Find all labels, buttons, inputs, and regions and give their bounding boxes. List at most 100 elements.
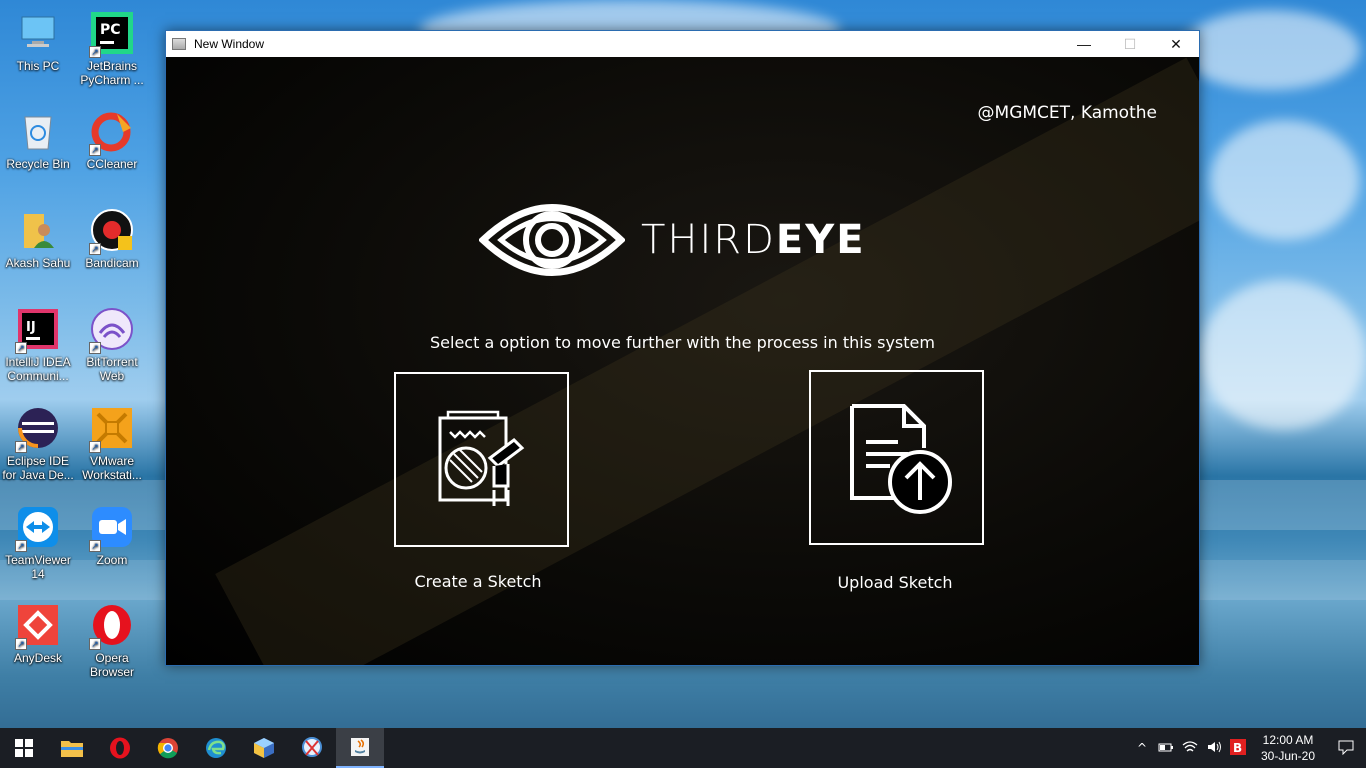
start-button[interactable] [0, 728, 48, 768]
desktop-icon-bandicam[interactable]: ↗ Bandicam [74, 207, 150, 270]
desktop-icon-recycle-bin[interactable]: Recycle Bin [0, 108, 76, 171]
upload-sketch-button[interactable] [809, 370, 984, 545]
desktop-icon-label: This PC [16, 59, 60, 73]
shortcut-arrow-icon: ↗ [89, 144, 101, 156]
anydesk-icon: ↗ [15, 602, 61, 650]
brand-name-light: THIRD [641, 217, 776, 263]
java-icon [351, 738, 369, 756]
desktop-icon-bittorrent[interactable]: ↗ BitTorrent Web [74, 306, 150, 383]
desktop-icon-eclipse[interactable]: ↗ Eclipse IDE for Java De... [0, 405, 76, 482]
create-sketch-button[interactable] [394, 372, 569, 547]
thirdeye-logo: THIRDEYE [479, 197, 866, 283]
taskbar-file-explorer[interactable] [48, 728, 96, 768]
desktop-icon-label: Recycle Bin [6, 157, 70, 171]
chrome-icon [157, 738, 178, 759]
desktop-icon-label: Opera Browser [89, 651, 134, 679]
desktop-icon-pycharm[interactable]: PC ↗ JetBrains PyCharm ... [74, 10, 150, 87]
vmware-icon: ↗ [89, 405, 135, 453]
intellij-icon: IJ ↗ [15, 306, 61, 354]
desktop-icon-anydesk[interactable]: ↗ AnyDesk [0, 602, 76, 665]
taskbar-clock[interactable]: 12:00 AM 30-Jun-20 [1250, 732, 1326, 764]
desktop-icon-label: VMware Workstati... [82, 454, 142, 482]
wifi-icon[interactable] [1178, 740, 1202, 757]
desktop-icon-ccleaner[interactable]: ↗ CCleaner [74, 108, 150, 171]
instruction-text: Select a option to move further with the… [430, 333, 935, 352]
sketch-drawing-icon [438, 410, 524, 506]
create-sketch-label[interactable]: Create a Sketch [348, 572, 608, 591]
desktop-icon-label: IntelliJ IDEA Communi... [5, 355, 71, 383]
edge-dev-icon [206, 738, 226, 758]
start-icon [15, 739, 33, 757]
show-hidden-icons-chevron-icon[interactable]: ^ [1130, 741, 1154, 755]
bitdefender-icon[interactable]: B [1226, 738, 1250, 758]
window-app-icon [172, 38, 186, 50]
cloud [1200, 280, 1366, 430]
app-content: @MGMCET, Kamothe THIRDEYE Select a optio… [166, 57, 1199, 665]
taskbar: ^ B 12:00 AM 30-Jun-20 [0, 728, 1366, 768]
window-titlebar[interactable]: New Window — ☐ ✕ [166, 31, 1199, 57]
window-title: New Window [194, 37, 265, 51]
shortcut-arrow-icon: ↗ [89, 46, 101, 58]
desktop-icon-label: Bandicam [85, 256, 139, 270]
desktop-icon-user-folder[interactable]: Akash Sahu [0, 207, 76, 270]
desktop-icon-label: CCleaner [86, 157, 138, 171]
app-window: New Window — ☐ ✕ @MGMCET, Kamothe THIRDE… [165, 30, 1200, 666]
desktop-icon-opera[interactable]: ↗ Opera Browser [74, 602, 150, 679]
shortcut-arrow-icon: ↗ [15, 342, 27, 354]
notifications-icon[interactable] [1326, 739, 1366, 758]
desktop-icon-label: JetBrains PyCharm ... [80, 59, 144, 87]
taskbar-opera[interactable] [96, 728, 144, 768]
desktop-icon-label: TeamViewer 14 [5, 553, 71, 581]
system-tray: ^ B 12:00 AM 30-Jun-20 [1130, 728, 1366, 768]
recycle-bin-icon [15, 108, 61, 154]
upload-sketch-label[interactable]: Upload Sketch [765, 573, 1025, 592]
computer-icon [15, 10, 61, 56]
teamviewer-icon: ↗ [15, 504, 61, 552]
ccleaner-icon: ↗ [89, 108, 135, 156]
eclipse-icon: ↗ [15, 405, 61, 453]
volume-icon[interactable] [1202, 740, 1226, 757]
battery-icon[interactable] [1154, 741, 1178, 756]
pycharm-icon: PC ↗ [89, 10, 135, 58]
desktop-icon-label: BitTorrent Web [86, 355, 138, 383]
shortcut-arrow-icon: ↗ [89, 342, 101, 354]
desktop-icon-intellij[interactable]: IJ ↗ IntelliJ IDEA Communi... [0, 306, 76, 383]
taskbar-java-app[interactable] [336, 728, 384, 768]
minimize-button[interactable]: — [1061, 31, 1107, 57]
desktop-icon-vmware[interactable]: ↗ VMware Workstati... [74, 405, 150, 482]
bittorrent-icon: ↗ [89, 306, 135, 354]
shortcut-arrow-icon: ↗ [15, 540, 27, 552]
file-explorer-icon [61, 741, 83, 757]
svg-text:B: B [1233, 741, 1242, 755]
brand-name: THIRDEYE [641, 217, 866, 263]
svg-text:IJ: IJ [26, 320, 36, 335]
shortcut-arrow-icon: ↗ [15, 638, 27, 650]
snipping-tool-icon [302, 737, 322, 757]
shortcut-arrow-icon: ↗ [89, 638, 101, 650]
bandicam-icon: ↗ [89, 207, 135, 255]
clock-time: 12:00 AM [1262, 733, 1314, 747]
shortcut-arrow-icon: ↗ [89, 243, 101, 255]
desktop-icon-zoom[interactable]: ↗ Zoom [74, 504, 150, 567]
credit-text: @MGMCET, Kamothe [977, 103, 1157, 123]
close-button[interactable]: ✕ [1153, 31, 1199, 57]
virtualbox-icon [254, 738, 274, 758]
desktop-icon-label: AnyDesk [13, 651, 63, 665]
taskbar-snipping-tool[interactable] [288, 728, 336, 768]
taskbar-edge-dev[interactable] [192, 728, 240, 768]
shortcut-arrow-icon: ↗ [89, 441, 101, 453]
desktop-icon-label: Eclipse IDE for Java De... [2, 454, 74, 482]
desktop-icon-label: Zoom [96, 553, 128, 567]
user-folder-icon [15, 207, 61, 253]
maximize-button[interactable]: ☐ [1107, 31, 1153, 57]
desktop-icon-label: Akash Sahu [5, 256, 71, 270]
taskbar-chrome[interactable] [144, 728, 192, 768]
eye-logo-icon [479, 204, 625, 276]
desktop-icon-this-pc[interactable]: This PC [0, 10, 76, 73]
desktop-icon-teamviewer[interactable]: ↗ TeamViewer 14 [0, 504, 76, 581]
upload-document-icon [849, 403, 952, 514]
zoom-icon: ↗ [89, 504, 135, 552]
brand-name-bold: EYE [775, 217, 866, 263]
taskbar-virtualbox[interactable] [240, 728, 288, 768]
shortcut-arrow-icon: ↗ [15, 441, 27, 453]
